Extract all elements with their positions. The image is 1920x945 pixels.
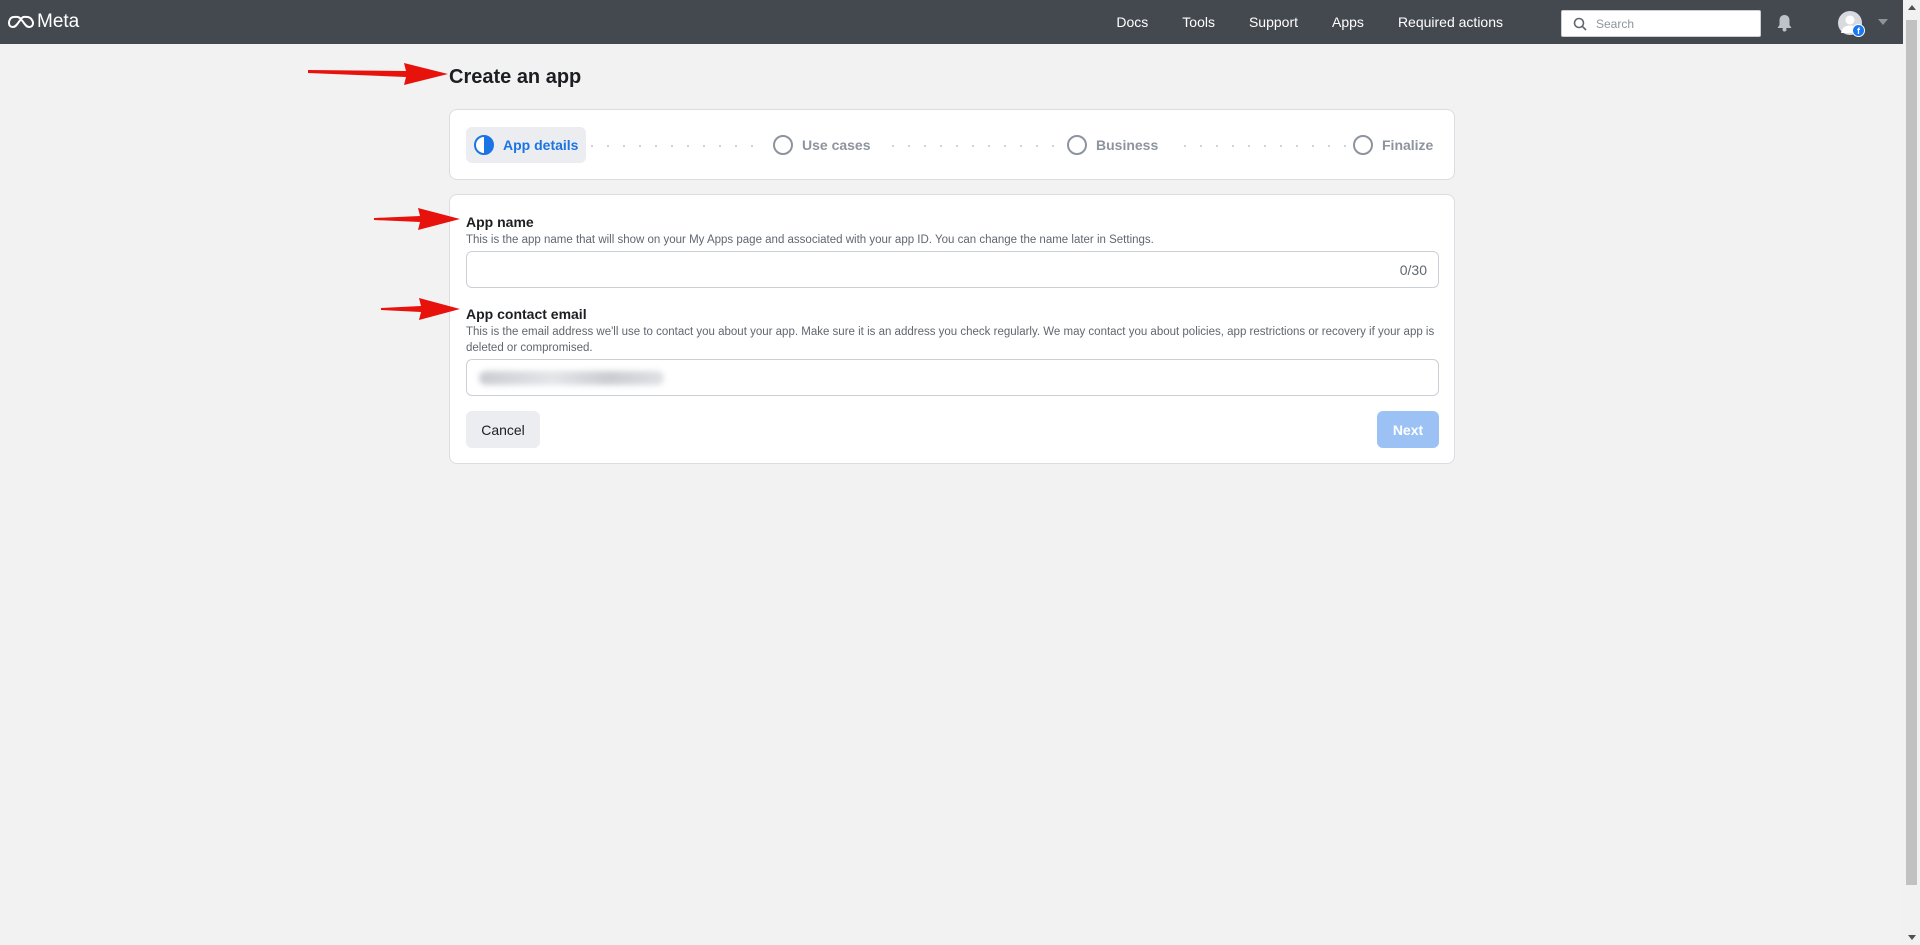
search-icon — [1573, 17, 1587, 31]
page-title: Create an app — [449, 66, 582, 88]
half-filled-circle-icon — [474, 135, 494, 155]
app-contact-email-label: App contact email — [466, 306, 587, 322]
step-use-cases[interactable]: Use cases — [773, 127, 871, 163]
meta-infinity-icon — [8, 15, 34, 29]
annotation-arrow-title — [308, 63, 448, 85]
meta-logo[interactable]: Meta — [8, 11, 79, 33]
redacted-email-value — [479, 370, 664, 385]
account-menu-chevron-down-icon[interactable] — [1878, 19, 1888, 25]
facebook-badge-icon: f — [1852, 24, 1865, 37]
top-nav-links: Docs Tools Support Apps Required actions — [1099, 0, 1520, 44]
step-label: App details — [503, 137, 579, 153]
brand-name: Meta — [37, 11, 80, 32]
cancel-button[interactable]: Cancel — [466, 411, 540, 448]
app-name-description: This is the app name that will show on y… — [466, 234, 1154, 246]
next-button[interactable]: Next — [1377, 411, 1439, 448]
step-label: Use cases — [802, 137, 871, 153]
app-name-field[interactable]: 0/30 — [466, 251, 1439, 288]
nav-apps[interactable]: Apps — [1315, 14, 1381, 30]
step-label: Business — [1096, 137, 1159, 153]
nav-required-actions[interactable]: Required actions — [1381, 14, 1520, 30]
profile-avatar[interactable]: f — [1838, 11, 1865, 37]
notifications-bell-icon[interactable] — [1776, 14, 1793, 32]
app-name-label: App name — [466, 214, 534, 230]
app-details-form: App name This is the app name that will … — [449, 194, 1455, 464]
step-label: Finalize — [1382, 137, 1434, 153]
app-contact-email-description: This is the email address we'll use to c… — [466, 326, 1435, 354]
scroll-up-arrow-icon[interactable] — [1908, 5, 1916, 10]
step-connector — [1177, 145, 1347, 147]
nav-tools[interactable]: Tools — [1165, 14, 1232, 30]
annotation-arrow-app-name — [374, 208, 460, 230]
search-input[interactable] — [1596, 16, 1746, 31]
app-name-input[interactable] — [467, 252, 1400, 287]
nav-docs[interactable]: Docs — [1099, 14, 1165, 30]
step-app-details[interactable]: App details — [466, 127, 587, 163]
top-nav-bar: Meta Docs Tools Support Apps Required ac… — [0, 0, 1903, 44]
create-app-stepper: App details Use cases Business Finalize — [449, 109, 1455, 180]
app-name-char-counter: 0/30 — [1399, 261, 1427, 278]
step-connector — [885, 145, 1060, 147]
page-scrollbar[interactable] — [1903, 0, 1920, 945]
annotation-arrow-contact-email — [381, 298, 460, 320]
empty-circle-icon — [1067, 135, 1087, 155]
step-connector — [584, 145, 764, 147]
step-business[interactable]: Business — [1067, 127, 1158, 163]
nav-support[interactable]: Support — [1232, 14, 1315, 30]
empty-circle-icon — [1353, 135, 1373, 155]
scroll-down-arrow-icon[interactable] — [1908, 935, 1916, 940]
search-box[interactable] — [1561, 10, 1761, 37]
empty-circle-icon — [773, 135, 793, 155]
scrollbar-thumb[interactable] — [1906, 20, 1917, 885]
app-contact-email-field[interactable] — [466, 359, 1439, 396]
step-finalize[interactable]: Finalize — [1353, 127, 1433, 163]
